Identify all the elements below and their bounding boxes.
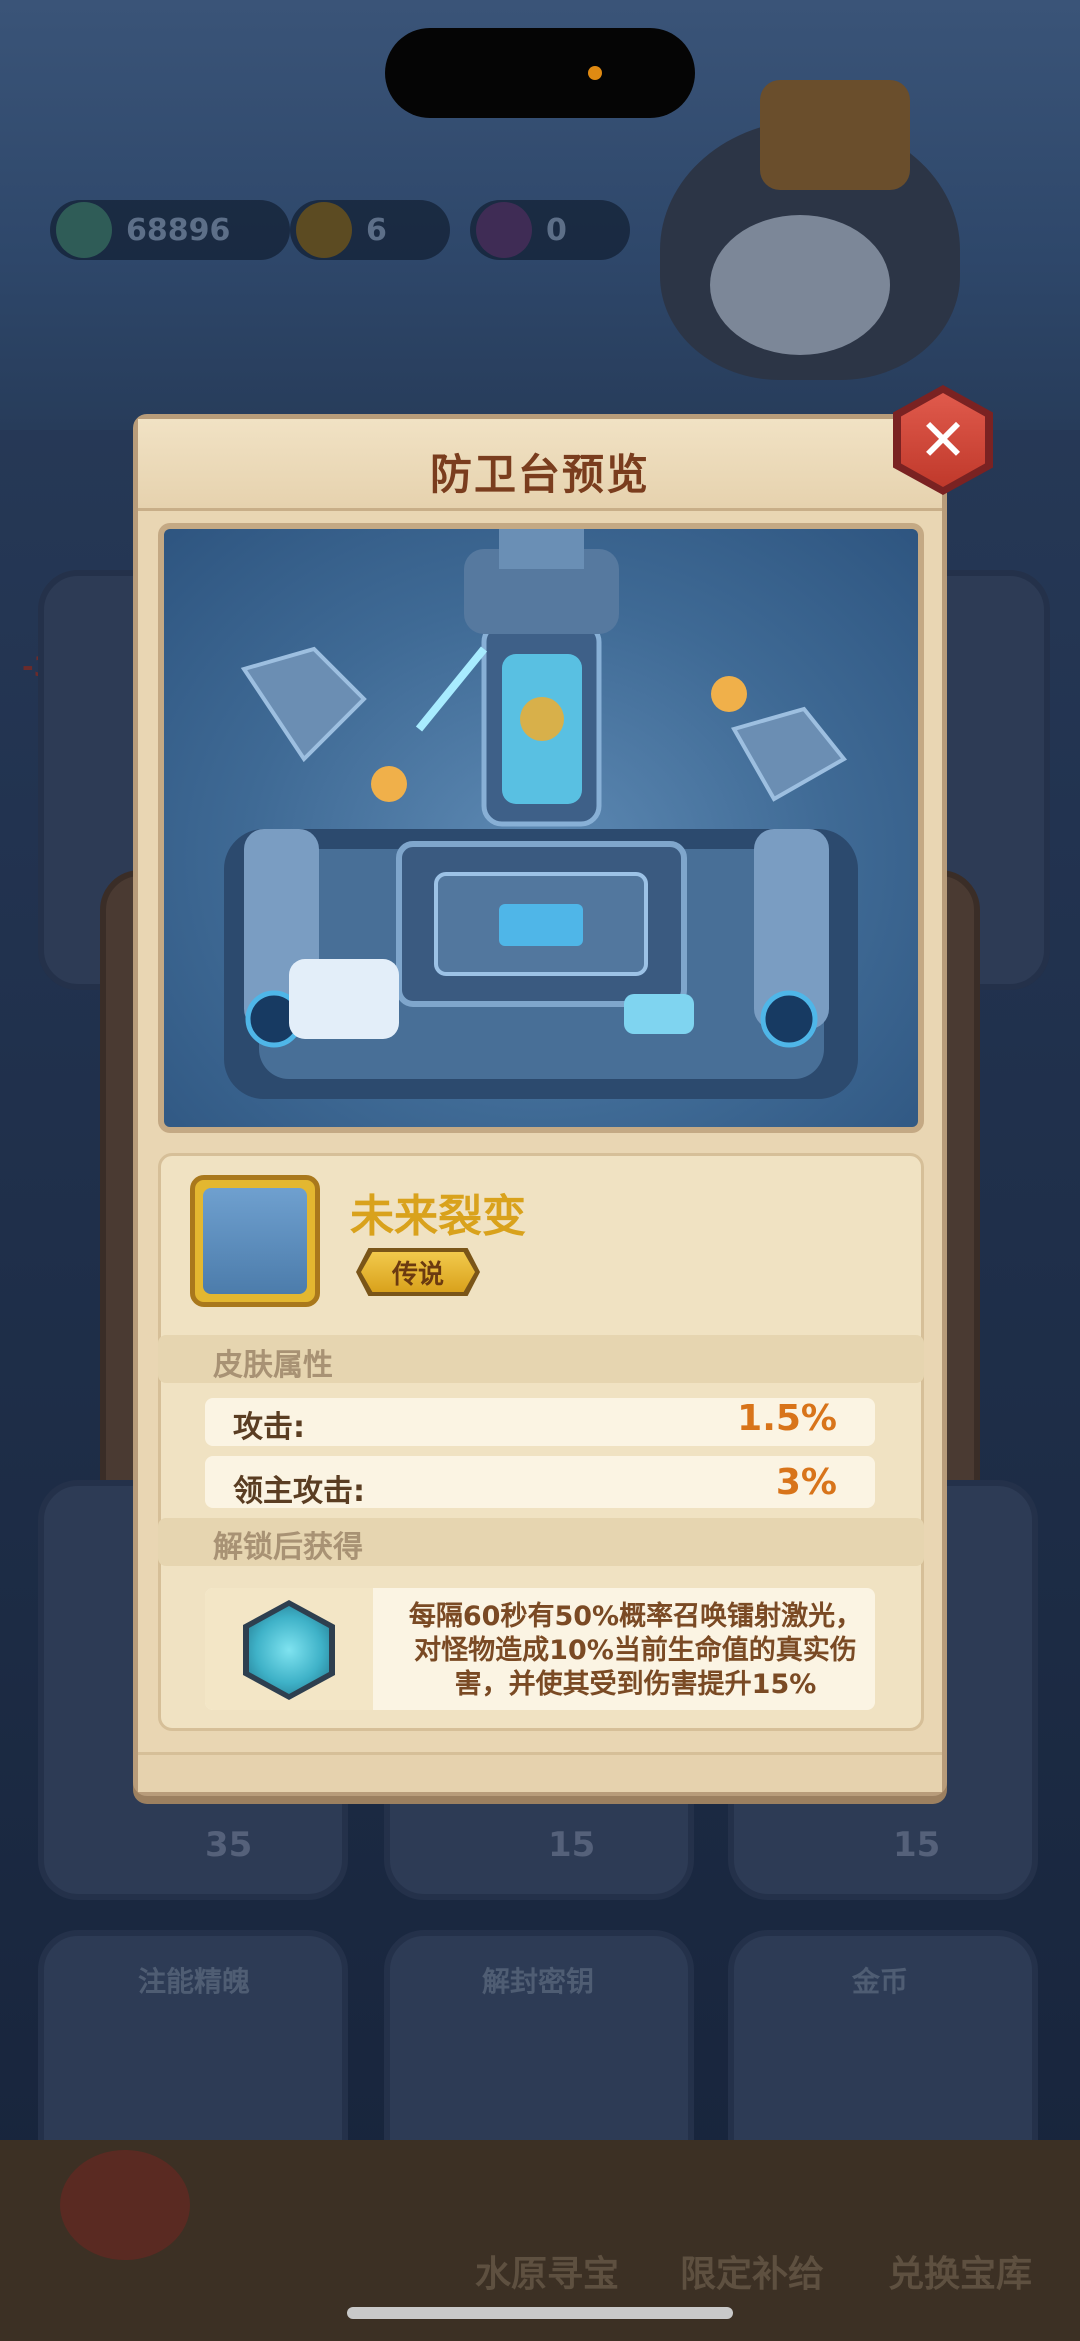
- penguin-face: [710, 215, 890, 355]
- home-indicator[interactable]: [347, 2307, 733, 2319]
- nav-label: 水原寻宝: [475, 2254, 620, 2295]
- skin-thumbnail: [190, 1175, 320, 1307]
- purple-crystal-icon: [476, 202, 532, 258]
- nav-label: 兑换宝库: [888, 2254, 1033, 2295]
- privacy-indicator-dot: [588, 66, 602, 80]
- resource-yellow-value: 6: [366, 212, 387, 248]
- attributes-label: 皮肤属性: [213, 1348, 333, 1383]
- stat-row-lord-attack: 领主攻击: 3%: [205, 1456, 875, 1509]
- gem-icon: [56, 202, 112, 258]
- stat-name: 攻击:: [233, 1410, 305, 1445]
- stat-name: 领主攻击:: [233, 1474, 365, 1509]
- rarity-badge: 传说: [356, 1248, 480, 1296]
- unlock-label: 解锁后获得: [213, 1530, 363, 1565]
- close-icon: ✕: [901, 393, 985, 487]
- defense-platform-preview: [164, 529, 918, 1127]
- nav-label: 限定补给: [680, 2254, 825, 2295]
- card-price: 35: [205, 1825, 253, 1865]
- card-label: 解封密钥: [482, 1965, 595, 1998]
- resource-yellow: 6: [290, 200, 450, 260]
- card-label: 注能精魄: [138, 1965, 251, 1998]
- resource-gems: 68896: [50, 200, 290, 260]
- crown-icon: [760, 80, 910, 190]
- defense-platform-illustration: [224, 529, 858, 1099]
- resource-purple: 0: [470, 200, 630, 260]
- camera-notch: [385, 28, 695, 118]
- skin-name: 未来裂变: [350, 1191, 526, 1242]
- resource-gems-value: 68896: [126, 212, 231, 248]
- modal-header: 防卫台预览: [138, 419, 942, 511]
- stat-value: 1.5%: [737, 1398, 837, 1439]
- modal-footer: [138, 1752, 942, 1792]
- defense-platform-icon: [203, 1188, 307, 1294]
- card-price: 15: [893, 1825, 941, 1865]
- yellow-crystal-icon: [296, 202, 352, 258]
- stat-row-attack: 攻击: 1.5%: [205, 1398, 875, 1446]
- unlock-description: 每隔60秒有50%概率召唤镭射激光，对怪物造成10%当前生命值的真实伤害，并使其…: [408, 1601, 863, 1700]
- modal-title: 防卫台预览: [429, 450, 650, 499]
- stat-value: 3%: [775, 1462, 837, 1503]
- back-button[interactable]: [60, 2150, 190, 2260]
- rarity-label: 传说: [361, 1252, 475, 1292]
- resource-purple-value: 0: [546, 212, 567, 248]
- card-label: 金币: [852, 1965, 909, 1998]
- card-price: 15: [548, 1825, 596, 1865]
- preview-frame: [158, 523, 924, 1133]
- laser-skill-icon-inner: [249, 1606, 329, 1694]
